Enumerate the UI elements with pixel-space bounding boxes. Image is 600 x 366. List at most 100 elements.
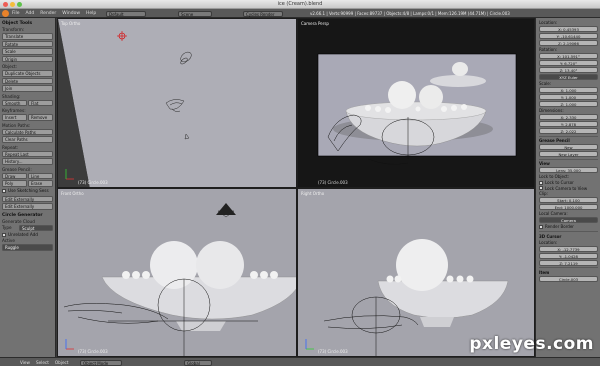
item-name-field[interactable]: Circle.003 bbox=[539, 275, 598, 282]
transform-orientation-select[interactable]: Global bbox=[184, 359, 212, 366]
item-panel-header[interactable]: Item bbox=[539, 270, 598, 276]
transform-group: Transform: Translate Rotate Scale Origin bbox=[2, 27, 53, 62]
dimension-x-field[interactable]: X: 2.330 bbox=[539, 114, 598, 120]
translate-button[interactable]: Translate bbox=[2, 33, 53, 40]
render-border-label: Render Border bbox=[545, 224, 574, 229]
menu-select[interactable]: Select bbox=[36, 360, 49, 365]
viewport-object-name: (73) Circle.003 bbox=[318, 349, 348, 354]
origin-button[interactable]: Origin bbox=[2, 55, 53, 62]
top-ortho-scene bbox=[58, 19, 296, 187]
tool-shelf: Object Tools Transform: Translate Rotate… bbox=[0, 18, 56, 357]
remove-keyframe-button[interactable]: Remove bbox=[28, 114, 53, 121]
flat-button[interactable]: Flat bbox=[28, 99, 53, 106]
location-y-field[interactable]: Y: -10.61440 bbox=[539, 33, 598, 39]
render-border-checkbox[interactable]: Render Border bbox=[539, 224, 598, 230]
scale-z-field[interactable]: Z: 1.000 bbox=[539, 101, 598, 107]
clear-paths-button[interactable]: Clear Paths bbox=[2, 136, 53, 143]
scale-x-field[interactable]: X: 1.000 bbox=[539, 87, 598, 93]
operator-type-select[interactable]: Sculpt bbox=[19, 224, 53, 231]
edit-externally-button-2[interactable]: Edit Externally bbox=[2, 203, 53, 210]
scale-y-field[interactable]: Y: 1.000 bbox=[539, 94, 598, 100]
cursor-x-field[interactable]: X: -12.7739 bbox=[539, 245, 598, 252]
join-button[interactable]: Join bbox=[2, 85, 53, 92]
menu-window[interactable]: Window bbox=[62, 11, 80, 16]
location-z-field[interactable]: Z: 2.19066 bbox=[539, 40, 598, 46]
checkbox-icon bbox=[539, 180, 543, 185]
active-select[interactable]: Ruggle bbox=[2, 244, 53, 251]
shading-group: Shading: Smooth Flat bbox=[2, 94, 53, 106]
delete-button[interactable]: Delete bbox=[2, 77, 53, 84]
rotate-button[interactable]: Rotate bbox=[2, 40, 53, 47]
divider bbox=[539, 158, 598, 160]
screen-layout-select[interactable]: Default bbox=[106, 10, 146, 17]
new-grease-pencil-button[interactable]: New bbox=[539, 144, 598, 150]
erase-button[interactable]: Erase bbox=[28, 180, 53, 187]
viewport-top-ortho[interactable]: Top Ortho (73) Circle.003 bbox=[57, 18, 297, 188]
menu-add[interactable]: Add bbox=[26, 11, 35, 16]
dimension-z-field[interactable]: Z: 2.022 bbox=[539, 128, 598, 134]
front-ortho-scene bbox=[58, 189, 296, 356]
rotation-x-field[interactable]: X: 101.591° bbox=[539, 53, 598, 59]
poly-button[interactable]: Poly bbox=[2, 180, 27, 187]
right-ortho-scene bbox=[298, 189, 534, 356]
viewport-right-ortho[interactable]: Right Ortho (73) Circle.003 bbox=[297, 188, 535, 357]
rotation-y-field[interactable]: Y: 6.720° bbox=[539, 60, 598, 66]
rotation-mode-select[interactable]: XYZ Euler bbox=[539, 74, 598, 80]
viewport-front-ortho[interactable]: Front Ortho (73) Circle.003 bbox=[57, 188, 297, 357]
grease-pencil-group: Grease Pencil: Draw Line Poly Erase Use … bbox=[2, 167, 53, 194]
operator-type-label: Type bbox=[2, 224, 12, 230]
menu-render[interactable]: Render bbox=[40, 11, 56, 16]
object-tools-header[interactable]: Object Tools bbox=[2, 20, 53, 27]
blender-logo-icon[interactable] bbox=[2, 10, 9, 17]
operator-header[interactable]: Circle Generator bbox=[2, 212, 53, 219]
menu-file[interactable]: File bbox=[12, 11, 20, 16]
line-button[interactable]: Line bbox=[28, 172, 53, 179]
divider bbox=[539, 231, 598, 232]
rotation-z-field[interactable]: Z: 13.40° bbox=[539, 67, 598, 73]
new-layer-button[interactable]: New Layer bbox=[539, 151, 598, 157]
blender-window: ice (Cream).blend File Add Render Window… bbox=[0, 0, 600, 366]
lens-field[interactable]: Lens: 35.000 bbox=[539, 167, 598, 173]
divider bbox=[539, 267, 598, 268]
menu-view[interactable]: View bbox=[20, 360, 30, 365]
viewport-label: Camera Persp bbox=[301, 21, 329, 26]
insert-keyframe-button[interactable]: Insert bbox=[2, 114, 27, 121]
properties-panel: Location: X: 0.45393 Y: -10.61440 Z: 2.1… bbox=[535, 18, 600, 357]
viewport-object-name: (73) Circle.003 bbox=[78, 180, 108, 185]
smooth-button[interactable]: Smooth bbox=[2, 99, 27, 106]
info-menu: File Add Render Window Help bbox=[12, 11, 96, 16]
dimension-y-field[interactable]: Y: 2.878 bbox=[539, 121, 598, 127]
render-engine-select[interactable]: Cycles Render bbox=[243, 10, 283, 17]
lock-camera-label: Lock Camera to View bbox=[545, 185, 588, 191]
checkbox-icon bbox=[539, 186, 543, 191]
cursor-z-field[interactable]: Z: 7.2119 bbox=[539, 259, 598, 266]
operator-panel: Circle Generator Generate Cloud Type Scu… bbox=[2, 212, 53, 251]
draw-button[interactable]: Draw bbox=[2, 172, 27, 179]
clip-end-field[interactable]: End: 1000.000 bbox=[539, 204, 598, 210]
camera-select[interactable]: Camera bbox=[539, 217, 598, 223]
calculate-paths-button[interactable]: Calculate Paths bbox=[2, 128, 53, 135]
cursor-location-label: Location: bbox=[539, 239, 558, 245]
clip-start-field[interactable]: Start: 0.100 bbox=[539, 197, 598, 203]
menu-object[interactable]: Object bbox=[55, 360, 69, 365]
use-sketching-label: Use Sketching Sess bbox=[8, 187, 49, 193]
checkbox-icon bbox=[2, 188, 6, 193]
history-button[interactable]: History... bbox=[2, 158, 53, 165]
use-sketching-checkbox[interactable]: Use Sketching Sess bbox=[2, 188, 53, 194]
menu-help[interactable]: Help bbox=[86, 11, 96, 16]
duplicate-objects-button[interactable]: Duplicate Objects bbox=[2, 70, 53, 77]
object-group: Object: Duplicate Objects Delete Join bbox=[2, 64, 53, 92]
motion-paths-label: Motion Paths: bbox=[2, 122, 31, 128]
edit-externally-button[interactable]: Edit Externally bbox=[2, 195, 53, 202]
viewport-camera-persp[interactable]: Camera Persp (73) Circle.003 bbox=[297, 18, 535, 188]
title-bar: ice (Cream).blend bbox=[0, 0, 600, 9]
location-x-field[interactable]: X: 0.45393 bbox=[539, 26, 598, 32]
scene-select[interactable]: Scene bbox=[178, 10, 212, 17]
mode-select[interactable]: Object Mode bbox=[80, 359, 122, 366]
scale-button[interactable]: Scale bbox=[2, 48, 53, 55]
edit-group: Edit Externally Edit Externally bbox=[2, 195, 53, 210]
repeat-last-button[interactable]: Repeat Last bbox=[2, 150, 53, 157]
window-title: ice (Cream).blend bbox=[277, 1, 323, 7]
cursor-y-field[interactable]: Y: -1.0428 bbox=[539, 252, 598, 259]
divider bbox=[539, 135, 598, 137]
